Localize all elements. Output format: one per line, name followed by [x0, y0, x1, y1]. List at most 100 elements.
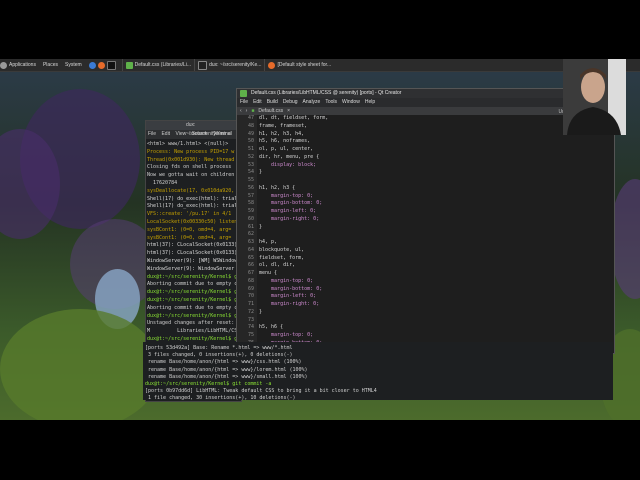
menu-terminal[interactable]: Terminal: [213, 131, 232, 137]
main-terminal-window[interactable]: [ports 53d492a] Base: Rename *.html => w…: [143, 342, 613, 400]
back-terminal-line: <html> www/1.html> <(null)>: [147, 141, 229, 147]
terminal-launcher-icon[interactable]: [106, 60, 116, 70]
back-terminal-line: html(37): CLocalSocket(0x0133): [147, 250, 238, 257]
line-number: 67: [247, 270, 254, 276]
line-number: 61: [247, 223, 254, 230]
code-text[interactable]: dl, dt, fieldset, form, frame, frameset, h…: [259, 115, 609, 342]
back-terminal-output: <html> www/1.html> <(null)> Process: New …: [146, 139, 241, 346]
line-number: 47: [247, 115, 254, 121]
line-number: 62: [247, 231, 254, 238]
code-line: }: [259, 169, 263, 176]
line-number-gutter: 47 48 49 50 51 52 53 54 55 56 57 58 59 60 61 62 63 64 65 66…: [237, 115, 257, 353]
code-line: h4, p,: [259, 239, 278, 245]
code-editor[interactable]: 47 48 49 50 51 52 53 54 55 56 57 58 59 60 61 62 63 64 65 66…: [237, 115, 614, 353]
back-terminal-line: Closing fds on shell process: [147, 164, 232, 171]
line-number: 60: [247, 215, 254, 222]
close-icon[interactable]: ×: [287, 107, 290, 115]
code-line: fieldset, form,: [259, 254, 305, 261]
back-terminal-menubar: File Edit View Search Terminal: [146, 130, 241, 139]
back-terminal-title: dux: ~/src/serenity/Kernel: [146, 121, 241, 137]
system-menu[interactable]: System: [65, 62, 82, 68]
back-terminal-line: Aborting commit due to empty c: [147, 281, 238, 288]
menu-build[interactable]: Build: [267, 98, 278, 107]
code-line: margin-left: 0;: [259, 293, 317, 300]
menu-analyze[interactable]: Analyze: [303, 98, 321, 107]
code-line: display: block;: [259, 161, 317, 168]
menu-window[interactable]: Window: [342, 98, 360, 107]
menu-tools[interactable]: Tools: [325, 98, 337, 107]
code-line: }: [259, 223, 263, 230]
main-terminal-line: 3 files changed, 0 insertions(+), 0 dele…: [145, 352, 293, 359]
taskbar-window-terminal[interactable]: dux: ~/src/serenity/Ke...: [194, 59, 261, 71]
main-terminal-line: dux@t:~/src/serenity/Kernel$ git commit …: [145, 381, 272, 388]
taskbar-window-browser[interactable]: [Default style sheet for...: [264, 59, 331, 71]
menu-file[interactable]: File: [240, 98, 248, 107]
main-terminal-line: [ports 0b97dd6d] LibHTML: Tweak default …: [145, 388, 377, 395]
code-line: ol, dl, dir,: [259, 262, 296, 269]
taskbar-window-label: dux: ~/src/serenity/Ke...: [209, 62, 262, 68]
main-terminal-output: [ports 53d492a] Base: Rename *.html => w…: [143, 342, 613, 400]
line-number: 66: [247, 262, 254, 269]
qtcreator-titlebar: Default.css (Libraries/LibHTML/CSS @ ser…: [237, 89, 614, 98]
line-number: 55: [247, 177, 254, 183]
apps-icon: [0, 61, 7, 69]
bottom-letterbox: [0, 420, 640, 480]
code-line: margin-left: 0;: [259, 208, 317, 214]
code-line: margin-right: 0;: [259, 301, 320, 307]
taskbar-window-qtcreator[interactable]: Default.css (Libraries/Li...: [121, 59, 191, 71]
qtcreator-icon: [125, 61, 133, 69]
line-number: 53: [247, 161, 254, 168]
code-line: }: [259, 308, 263, 315]
main-terminal-line: 1 file changed, 30 insertions(+), 10 del…: [145, 395, 296, 400]
webcam-overlay: [563, 59, 626, 135]
line-number: 57: [247, 192, 254, 199]
line-number: 70: [247, 293, 254, 300]
qtcreator-window[interactable]: Default.css (Libraries/LibHTML/CSS @ ser…: [236, 88, 615, 354]
line-number: 73: [247, 316, 254, 323]
code-line: margin-bottom: 0;: [259, 285, 323, 292]
code-line: margin-bottom: 0;: [259, 200, 323, 207]
line-number: 65: [247, 254, 254, 261]
menu-edit[interactable]: Edit: [253, 98, 262, 107]
code-line: h1, h2, h3, h4,: [259, 130, 305, 137]
code-line: blockquote, ul,: [259, 246, 305, 253]
editor-tab-default-css[interactable]: Default.css: [258, 107, 283, 115]
webcam-person-image: [563, 59, 626, 135]
menu-view[interactable]: View: [175, 131, 186, 137]
main-terminal-line: rename Base/home/anon/{html => www}/css.…: [145, 359, 302, 366]
firefox-icon[interactable]: [97, 61, 105, 69]
line-number: 54: [247, 169, 254, 176]
browser-window-icon: [268, 61, 276, 69]
browser-icon[interactable]: [88, 61, 96, 69]
applications-menu[interactable]: Applications: [0, 61, 36, 69]
taskbar-window-label: [Default style sheet for...: [277, 62, 332, 68]
line-number: 56: [247, 184, 254, 191]
back-terminal-line: dux@t:~/src/serenity/Kernel$ g: [147, 273, 238, 280]
back-terminal-line: M Libraries/LibHTML/CSS/: [147, 328, 242, 335]
code-line: ol, p, ul, center,: [259, 146, 314, 152]
places-menu[interactable]: Places: [43, 62, 58, 68]
back-terminal-line: sysDeallocate(17, 0x010da920,: [147, 187, 238, 194]
menu-edit[interactable]: Edit: [161, 131, 170, 137]
nav-forward-icon[interactable]: ›: [246, 107, 248, 115]
taskbar: Applications Places System Default.css (…: [0, 59, 640, 72]
line-number: 52: [247, 153, 254, 160]
back-terminal-line: WindowServer(9): [WM] WSWindow: [147, 257, 238, 264]
back-terminal-line: WindowServer(9): WindowServer: [147, 265, 235, 272]
code-line: margin-top: 0;: [259, 332, 314, 338]
code-line: margin-top: 0;: [259, 277, 314, 284]
menu-help[interactable]: Help: [365, 98, 375, 107]
menu-search[interactable]: Search: [192, 131, 208, 137]
nav-back-icon[interactable]: ‹: [240, 107, 242, 115]
code-line: margin-right: 0;: [259, 215, 320, 222]
menu-debug[interactable]: Debug: [283, 98, 298, 107]
qtcreator-app-icon: [240, 90, 247, 97]
back-terminal-line: Aborting commit due to empty c: [147, 304, 238, 311]
back-terminal-line: Process: New process PID=17 w: [147, 148, 235, 155]
menu-file[interactable]: File: [148, 131, 156, 137]
code-line: menu {: [259, 270, 278, 276]
line-number: 64: [247, 246, 254, 253]
back-terminal-line: Unstaged changes after reset:: [147, 320, 235, 327]
